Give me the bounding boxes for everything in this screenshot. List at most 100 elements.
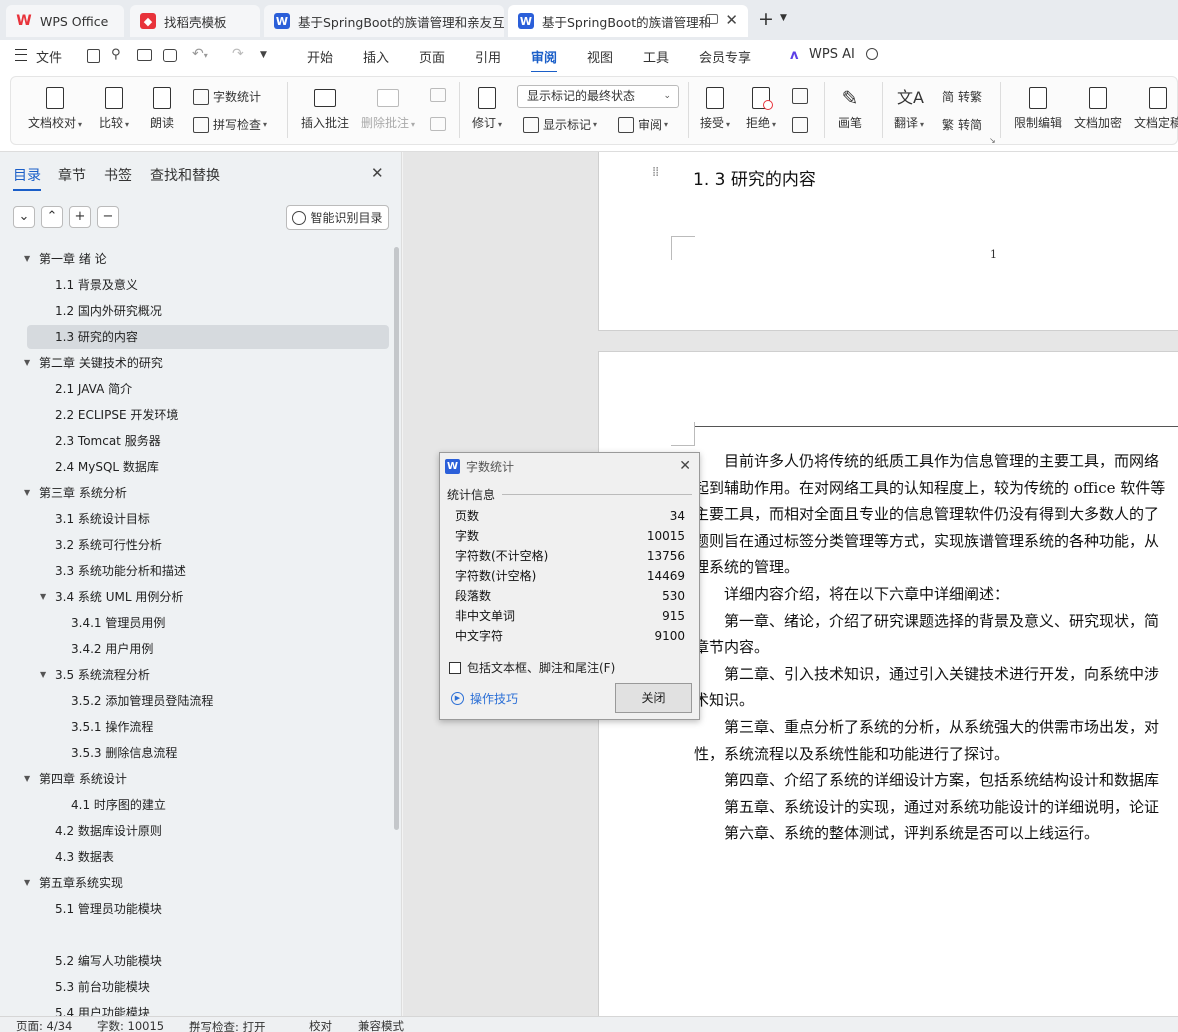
toc-item[interactable]: 3.5.3 删除信息流程 <box>71 741 177 765</box>
menu-tools[interactable]: 工具 <box>643 47 669 66</box>
encrypt-button[interactable]: 文档加密 <box>1074 86 1122 131</box>
toc-item[interactable]: 3.4.1 管理员用例 <box>71 611 165 635</box>
finalize-button[interactable]: 文档定稿 <box>1134 86 1178 131</box>
menu-view[interactable]: 视图 <box>587 47 613 66</box>
menu-member[interactable]: 会员专享 <box>699 47 751 66</box>
translate-button[interactable]: 文A 翻译 ▾ <box>894 86 924 131</box>
compare-button[interactable]: 比较 ▾ <box>99 86 129 131</box>
reject-button[interactable]: 拒绝 ▾ <box>746 86 776 131</box>
toc-item[interactable]: 3.3 系统功能分析和描述 <box>55 559 186 583</box>
status-page[interactable]: 页面: 4/34 <box>16 1018 72 1032</box>
toc-item[interactable]: ▼ 第三章 系统分析 <box>24 481 127 505</box>
collapse-up-button[interactable]: ⌃ <box>41 206 63 228</box>
drag-handle-icon[interactable]: ⁞⁞ <box>652 165 659 180</box>
expand-triangle-icon[interactable]: ▼ <box>40 585 46 609</box>
expand-down-button[interactable]: ⌄ <box>13 206 35 228</box>
toc-item[interactable]: 5.3 前台功能模块 <box>55 975 150 999</box>
more-chevron-icon[interactable]: ▼ <box>260 50 267 60</box>
accept-button[interactable]: 接受 ▾ <box>700 86 730 131</box>
qa-print-icon[interactable] <box>137 49 152 61</box>
status-proof[interactable]: 校对 <box>309 1018 332 1032</box>
nav-tab-find-replace[interactable]: 查找和替换 <box>150 165 220 185</box>
toc-item[interactable]: 3.1 系统设计目标 <box>55 507 150 531</box>
toc-item[interactable]: ▼ 第一章 绪 论 <box>24 247 107 271</box>
expand-triangle-icon[interactable]: ▼ <box>24 767 30 791</box>
toc-item[interactable]: 3.4.2 用户用例 <box>71 637 153 661</box>
toc-item[interactable]: 3.5.2 添加管理员登陆流程 <box>71 689 213 713</box>
undo-icon[interactable]: ↶▾ <box>192 46 208 62</box>
menu-wps-ai[interactable]: WPS AI <box>809 47 855 62</box>
qa-link-icon[interactable]: ⚲ <box>111 47 121 62</box>
qa-print-preview-icon[interactable] <box>163 49 177 62</box>
toc-item[interactable]: 2.4 MySQL 数据库 <box>55 455 159 479</box>
close-icon[interactable]: ✕ <box>725 11 738 29</box>
close-button[interactable]: 关闭 <box>615 683 692 713</box>
menu-review[interactable]: 审阅 <box>531 47 558 73</box>
remove-heading-button[interactable]: − <box>97 206 119 228</box>
close-icon[interactable]: ✕ <box>371 164 384 182</box>
checkbox-box[interactable] <box>449 661 461 674</box>
smart-toc-button[interactable]: 智能识别目录 <box>286 205 389 230</box>
expand-triangle-icon[interactable]: ▼ <box>24 481 30 505</box>
toc-item[interactable]: 3.5.1 操作流程 <box>71 715 153 739</box>
toc-item[interactable]: ▼ 3.4 系统 UML 用例分析 <box>40 585 183 609</box>
menu-home[interactable]: 开始 <box>307 47 333 66</box>
tips-link[interactable]: ▶ 操作技巧 <box>451 690 518 707</box>
toc-item[interactable]: 1.1 背景及意义 <box>55 273 138 297</box>
toc-item[interactable]: 4.1 时序图的建立 <box>71 793 166 817</box>
toc-item[interactable]: 1.2 国内外研究概况 <box>55 299 162 323</box>
menu-page[interactable]: 页面 <box>419 47 445 66</box>
tab-daoke[interactable]: ◆ 找稻壳模板 <box>130 5 260 37</box>
doc-check-button[interactable]: 文档校对 ▾ <box>28 86 82 131</box>
expand-triangle-icon[interactable]: ▼ <box>24 351 30 375</box>
tab-wps-office[interactable]: W WPS Office <box>6 5 124 37</box>
toc-item[interactable]: 4.3 数据表 <box>55 845 114 869</box>
next-change-icon[interactable] <box>792 117 808 133</box>
review-pane-button[interactable]: 审阅 ▾ <box>618 116 668 133</box>
close-icon[interactable]: ✕ <box>679 458 691 474</box>
toc-item[interactable]: 2.2 ECLIPSE 开发环境 <box>55 403 178 427</box>
nav-tab-sections[interactable]: 章节 <box>58 165 86 185</box>
menu-insert[interactable]: 插入 <box>363 47 389 66</box>
to-traditional-button[interactable]: 简转繁 <box>942 88 982 105</box>
toc-item[interactable]: 3.2 系统可行性分析 <box>55 533 162 557</box>
nav-tab-bookmarks[interactable]: 书签 <box>104 165 132 185</box>
toc-item[interactable]: 1.3 研究的内容 <box>55 325 138 349</box>
search-icon[interactable] <box>866 48 878 60</box>
tab-document-2[interactable]: W 基于SpringBoot的族谱管理和 ✕ <box>508 5 748 37</box>
tab-document-1[interactable]: W 基于SpringBoot的族谱管理和亲友互 <box>264 5 504 37</box>
status-word-count[interactable]: 字数: 10015 <box>97 1018 164 1032</box>
prev-change-icon[interactable] <box>792 88 808 104</box>
show-markup-button[interactable]: 显示标记 ▾ <box>523 116 597 133</box>
menu-references[interactable]: 引用 <box>475 47 501 66</box>
restrict-edit-button[interactable]: 限制编辑 <box>1014 86 1062 131</box>
toc-item[interactable]: 2.3 Tomcat 服务器 <box>55 429 161 453</box>
dialog-launcher-icon[interactable]: ↘ <box>989 136 996 145</box>
revise-button[interactable]: 修订 ▾ <box>472 86 502 131</box>
pen-button[interactable]: ✎ 画笔 <box>838 86 862 131</box>
read-aloud-button[interactable]: 朗读 <box>150 86 174 131</box>
add-heading-button[interactable]: + <box>69 206 91 228</box>
toc-item[interactable]: ▼ 3.5 系统流程分析 <box>40 663 150 687</box>
toc-item[interactable]: ▼ 第二章 关键技术的研究 <box>24 351 163 375</box>
nav-scrollbar[interactable] <box>394 247 399 830</box>
spell-check-button[interactable]: 拼写检查 ▾ <box>193 116 267 133</box>
include-textbox-checkbox[interactable]: 包括文本框、脚注和尾注(F) <box>449 659 615 676</box>
nav-tab-toc[interactable]: 目录 <box>13 165 41 191</box>
new-tab-plus-icon[interactable]: + <box>758 8 774 30</box>
redo-icon[interactable]: ↷ <box>232 46 244 62</box>
toc-item[interactable]: 5.1 管理员功能模块 <box>55 897 162 921</box>
toc-item[interactable]: 4.2 数据库设计原则 <box>55 819 162 843</box>
menu-file[interactable]: 文件 <box>36 47 62 66</box>
expand-triangle-icon[interactable]: ▼ <box>24 247 30 271</box>
hamburger-icon[interactable] <box>15 49 27 61</box>
toc-item[interactable]: ▼ 第四章 系统设计 <box>24 767 127 791</box>
expand-triangle-icon[interactable]: ▼ <box>40 663 46 687</box>
toc-item[interactable]: ▼ 第五章系统实现 <box>24 871 123 895</box>
qa-save-icon[interactable] <box>87 49 100 63</box>
toc-item[interactable]: 5.2 编写人功能模块 <box>55 949 162 973</box>
chevron-down-icon[interactable]: ▼ <box>780 13 787 23</box>
word-count-button[interactable]: 字数统计 <box>193 88 261 105</box>
to-simplified-button[interactable]: 繁转简 <box>942 116 982 133</box>
toc-item[interactable]: 2.1 JAVA 简介 <box>55 377 132 401</box>
